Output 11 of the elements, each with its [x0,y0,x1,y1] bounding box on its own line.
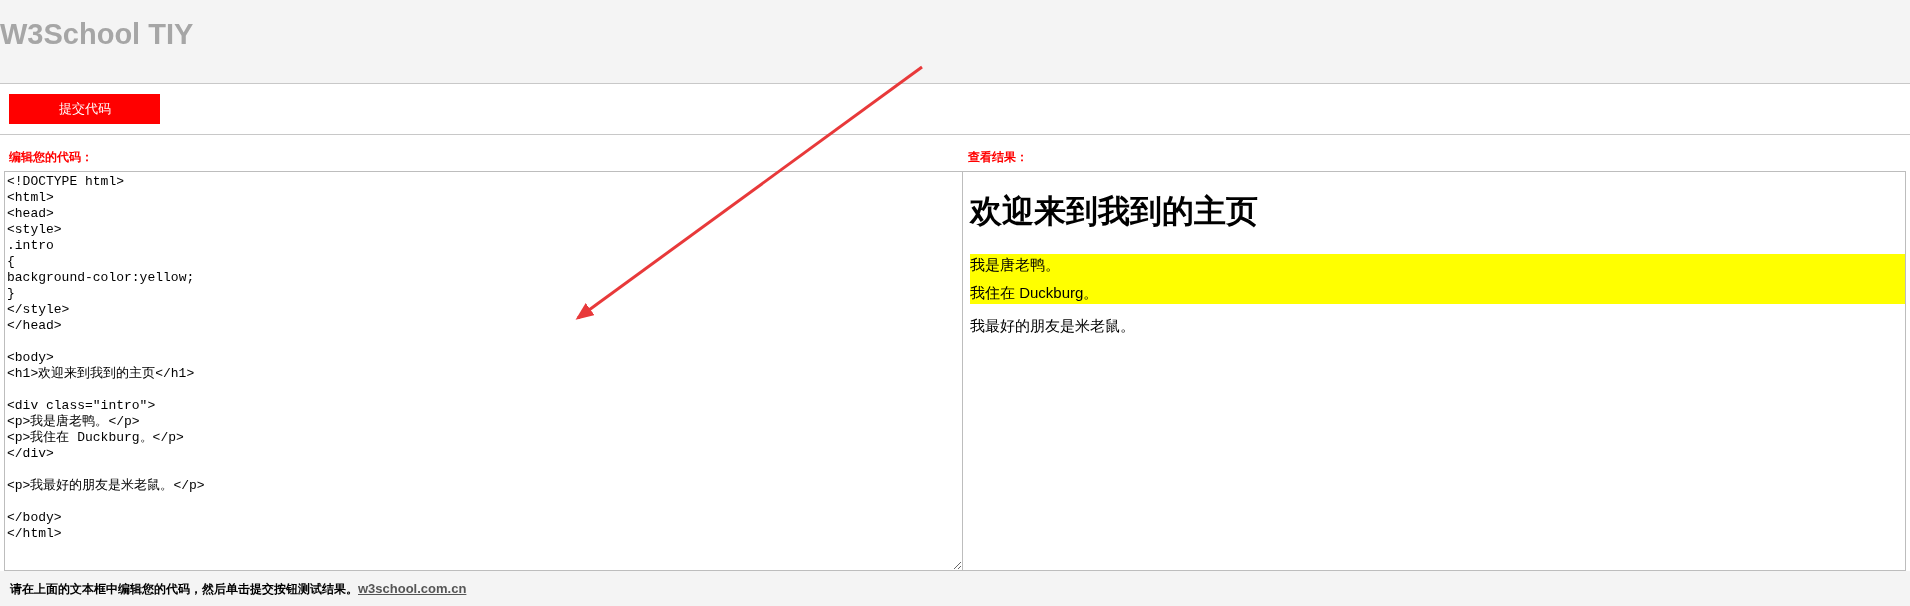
footer-link[interactable]: w3school.com.cn [358,578,467,599]
editor-label: 编辑您的代码： [8,149,94,166]
footer-note: 请在上面的文本框中编辑您的代码，然后单击提交按钮测试结果。 [10,580,358,598]
result-paragraph: 我是唐老鸭。 [970,255,1061,275]
site-title: W3School TIY [0,17,194,52]
result-label: 查看结果： [967,149,1029,166]
code-editor[interactable]: <!DOCTYPE html> <html> <head> <style> .intro { background-color:yellow; } </style> </head> <body> <h1>欢迎来到我到的主页</h1> <div class="intro"> <p>我是唐老鸭。</p> <p>我住在 Duckburg。</p> </div> <p>我最好的朋友是米老鼠。</p> </body> </html> [4,171,963,571]
result-paragraph: 我最好的朋友是米老鼠。 [970,316,1136,336]
submit-button[interactable]: 提交代码 [9,94,160,124]
result-paragraph: 我住在 Duckburg。 [970,283,1100,303]
result-heading: 欢迎来到我到的主页 [970,192,1259,230]
